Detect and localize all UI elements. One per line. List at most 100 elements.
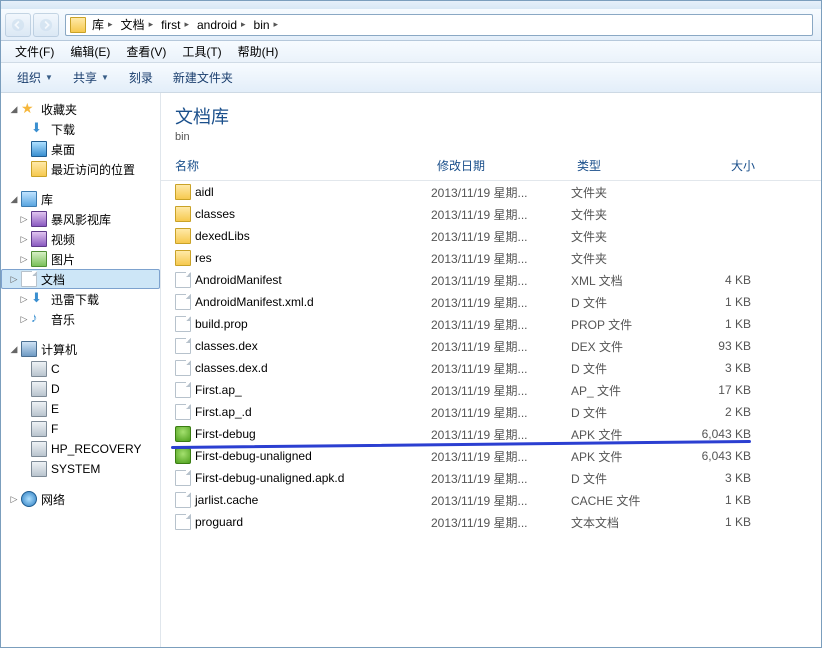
library-subtitle: bin — [175, 131, 807, 143]
tree-node[interactable]: ▷网络 — [1, 489, 160, 509]
expand-icon[interactable]: ▷ — [9, 494, 19, 504]
chevron-right-icon: ▸ — [274, 19, 279, 30]
file-row[interactable]: First.ap_2013/11/19 星期...AP_ 文件17 KB — [161, 379, 821, 401]
tree-spacer — [19, 384, 29, 394]
tree-node[interactable]: 桌面 — [1, 139, 160, 159]
tree-node[interactable]: ▷♪音乐 — [1, 309, 160, 329]
file-list: aidl2013/11/19 星期...文件夹classes2013/11/19… — [161, 181, 821, 647]
expand-icon[interactable]: ▷ — [19, 214, 29, 224]
tree-label: SYSTEM — [51, 462, 100, 476]
tree-node[interactable]: ⬇下载 — [1, 119, 160, 139]
expand-icon[interactable]: ▷ — [19, 234, 29, 244]
chevron-right-icon: ▸ — [149, 19, 154, 30]
file-row[interactable]: build.prop2013/11/19 星期...PROP 文件1 KB — [161, 313, 821, 335]
tree-node[interactable]: D — [1, 379, 160, 399]
organize-button[interactable]: 组织▼ — [7, 66, 63, 89]
file-type: PROP 文件 — [571, 316, 681, 333]
file-type: XML 文档 — [571, 272, 681, 289]
star-icon: ★ — [21, 101, 37, 117]
menu-item[interactable]: 编辑(E) — [62, 41, 118, 62]
column-header-date[interactable]: 修改日期 — [431, 155, 571, 176]
disk-icon — [31, 361, 47, 377]
file-size: 3 KB — [681, 471, 761, 485]
file-row[interactable]: First-debug2013/11/19 星期...APK 文件6,043 K… — [161, 423, 821, 445]
file-icon — [175, 338, 191, 354]
tree-node[interactable]: ◢库 — [1, 189, 160, 209]
file-name: First-debug-unaligned — [195, 449, 312, 463]
file-row[interactable]: First.ap_.d2013/11/19 星期...D 文件2 KB — [161, 401, 821, 423]
tree-node[interactable]: SYSTEM — [1, 459, 160, 479]
tree-node[interactable]: ▷ 文档 — [1, 269, 160, 289]
file-row[interactable]: aidl2013/11/19 星期...文件夹 — [161, 181, 821, 203]
comp-icon — [21, 341, 37, 357]
file-row[interactable]: jarlist.cache2013/11/19 星期...CACHE 文件1 K… — [161, 489, 821, 511]
tree-node[interactable]: ▷⬇迅雷下载 — [1, 289, 160, 309]
expand-icon[interactable]: ▷ — [9, 274, 19, 284]
file-row[interactable]: First-debug-unaligned.apk.d2013/11/19 星期… — [161, 467, 821, 489]
column-header-size[interactable]: 大小 — [681, 155, 761, 176]
tree-node[interactable]: F — [1, 419, 160, 439]
breadcrumb-segment[interactable]: android▸ — [193, 15, 250, 35]
file-row[interactable]: classes2013/11/19 星期...文件夹 — [161, 203, 821, 225]
file-date: 2013/11/19 星期... — [431, 448, 571, 465]
file-name: dexedLibs — [195, 229, 250, 243]
tree-node[interactable]: E — [1, 399, 160, 419]
file-row[interactable]: First-debug-unaligned2013/11/19 星期...APK… — [161, 445, 821, 467]
file-row[interactable]: classes.dex.d2013/11/19 星期...D 文件3 KB — [161, 357, 821, 379]
tree-node[interactable]: ▷视频 — [1, 229, 160, 249]
file-date: 2013/11/19 星期... — [431, 514, 571, 531]
chevron-down-icon: ▼ — [101, 73, 109, 82]
file-row[interactable]: classes.dex2013/11/19 星期...DEX 文件93 KB — [161, 335, 821, 357]
file-type: D 文件 — [571, 404, 681, 421]
file-row[interactable]: proguard2013/11/19 星期...文本文档1 KB — [161, 511, 821, 533]
file-size: 1 KB — [681, 317, 761, 331]
tree-node[interactable]: C — [1, 359, 160, 379]
address-bar[interactable]: 库▸文档▸first▸android▸bin▸ — [65, 14, 813, 36]
tree-node[interactable]: ▷ 暴风影视库 — [1, 209, 160, 229]
tree-node[interactable]: ◢计算机 — [1, 339, 160, 359]
file-icon — [175, 360, 191, 376]
tree-node[interactable]: 最近访问的位置 — [1, 159, 160, 179]
breadcrumb-segment[interactable]: first▸ — [157, 15, 193, 35]
menu-item[interactable]: 查看(V) — [118, 41, 174, 62]
tree-spacer — [19, 164, 29, 174]
menu-item[interactable]: 帮助(H) — [230, 41, 287, 62]
back-button[interactable] — [5, 13, 31, 37]
column-header-name[interactable]: 名称 — [161, 155, 431, 176]
breadcrumb-segment[interactable]: 文档▸ — [117, 15, 158, 35]
tree-label: 图片 — [51, 251, 75, 268]
column-header-type[interactable]: 类型 — [571, 155, 681, 176]
tree-node[interactable]: ◢★收藏夹 — [1, 99, 160, 119]
new-folder-button[interactable]: 新建文件夹 — [163, 66, 243, 89]
breadcrumb-segment[interactable]: bin▸ — [250, 15, 283, 35]
file-date: 2013/11/19 星期... — [431, 206, 571, 223]
expand-icon[interactable]: ▷ — [19, 314, 29, 324]
burn-button[interactable]: 刻录 — [119, 66, 163, 89]
tree-label: 暴风影视库 — [51, 211, 111, 228]
menu-item[interactable]: 工具(T) — [174, 41, 229, 62]
collapse-icon[interactable]: ◢ — [9, 194, 19, 204]
expand-icon[interactable]: ▷ — [19, 294, 29, 304]
apk-icon — [175, 448, 191, 464]
file-row[interactable]: AndroidManifest2013/11/19 星期...XML 文档4 K… — [161, 269, 821, 291]
disk-icon — [31, 441, 47, 457]
tree-label: 收藏夹 — [41, 101, 77, 118]
file-name: First-debug-unaligned.apk.d — [195, 471, 344, 485]
breadcrumb-segment[interactable]: 库▸ — [88, 15, 117, 35]
file-size: 4 KB — [681, 273, 761, 287]
expand-icon[interactable]: ▷ — [19, 254, 29, 264]
menu-item[interactable]: 文件(F) — [7, 41, 62, 62]
file-row[interactable]: res2013/11/19 星期...文件夹 — [161, 247, 821, 269]
forward-button[interactable] — [33, 13, 59, 37]
collapse-icon[interactable]: ◢ — [9, 104, 19, 114]
tree-node[interactable]: HP_RECOVERY — [1, 439, 160, 459]
file-row[interactable]: AndroidManifest.xml.d2013/11/19 星期...D 文… — [161, 291, 821, 313]
tree-label: 文档 — [41, 271, 65, 288]
file-size: 3 KB — [681, 361, 761, 375]
file-icon — [175, 514, 191, 530]
navigation-pane: ◢★收藏夹⬇下载桌面最近访问的位置◢库▷暴风影视库▷视频▷图片▷文档▷⬇迅雷下载… — [1, 93, 161, 647]
share-button[interactable]: 共享▼ — [63, 66, 119, 89]
collapse-icon[interactable]: ◢ — [9, 344, 19, 354]
file-row[interactable]: dexedLibs2013/11/19 星期...文件夹 — [161, 225, 821, 247]
tree-node[interactable]: ▷ 图片 — [1, 249, 160, 269]
